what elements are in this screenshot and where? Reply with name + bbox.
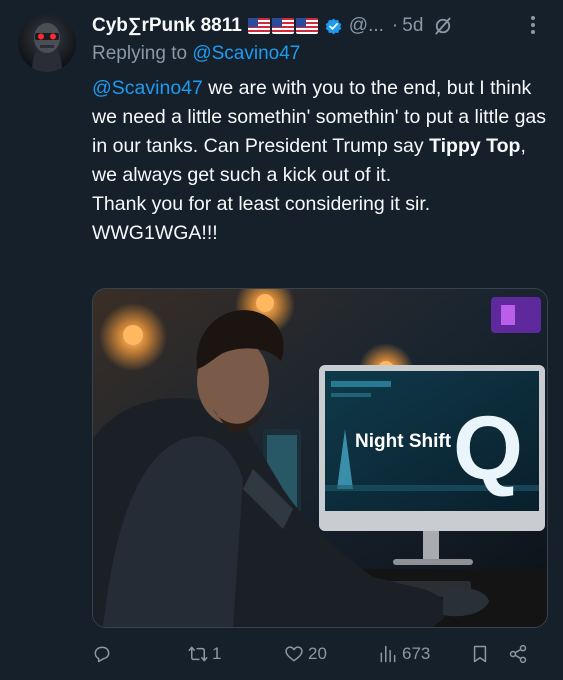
avatar[interactable]	[18, 14, 76, 72]
replying-to-link[interactable]: @Scavino47	[192, 43, 300, 64]
replying-to: Replying to @Scavino47	[92, 43, 300, 65]
views-button[interactable]: 673	[378, 644, 430, 664]
grok-icon[interactable]	[433, 16, 453, 36]
screen-night-shift-text: Night Shift	[355, 431, 452, 452]
bookmark-icon	[473, 645, 487, 663]
tweet-header: Cyb∑rPunk 8811 @... · 5d	[92, 12, 549, 40]
separator-dot: ·	[391, 15, 399, 36]
retweet-button[interactable]: 1	[188, 644, 221, 664]
retweet-count: 1	[212, 644, 222, 663]
tweet-actions: 1 20 673	[92, 640, 545, 668]
flag-us-icon	[271, 18, 294, 34]
screen-q-letter: Q	[453, 399, 523, 499]
reply-button[interactable]	[92, 644, 116, 664]
retweet-icon	[188, 646, 208, 662]
views-count: 673	[402, 644, 431, 663]
reply-icon	[94, 646, 110, 663]
share-button[interactable]	[508, 644, 528, 664]
like-count: 20	[308, 644, 327, 663]
bookmark-button[interactable]	[470, 644, 490, 664]
tweet-media-image[interactable]: Night Shift Q	[92, 288, 548, 628]
flag-us-icon	[247, 18, 270, 34]
share-icon	[509, 644, 527, 664]
tweet-line: Thank you for at least considering it si…	[92, 193, 431, 215]
user-handle[interactable]: @...	[349, 15, 384, 37]
tweet-text: @Scavino47 we are with you to the end, b…	[92, 74, 552, 248]
timestamp[interactable]: 5d	[402, 15, 423, 37]
replying-prefix: Replying to	[92, 43, 193, 64]
more-icon[interactable]	[521, 13, 545, 37]
like-button[interactable]: 20	[284, 644, 327, 664]
tweet-text-bold: Tippy Top	[429, 135, 521, 157]
tweet-line: WWG1WGA!!!	[92, 222, 218, 244]
verified-badge-icon	[325, 18, 342, 34]
tweet-paragraph: @Scavino47 we are with you to the end, b…	[92, 74, 552, 190]
views-icon	[380, 645, 396, 663]
flag-us-icon	[295, 18, 318, 34]
flags	[247, 18, 318, 34]
mention-link[interactable]: @Scavino47	[92, 77, 203, 99]
display-name[interactable]: Cyb∑rPunk 8811	[92, 15, 242, 37]
like-icon	[285, 646, 303, 662]
